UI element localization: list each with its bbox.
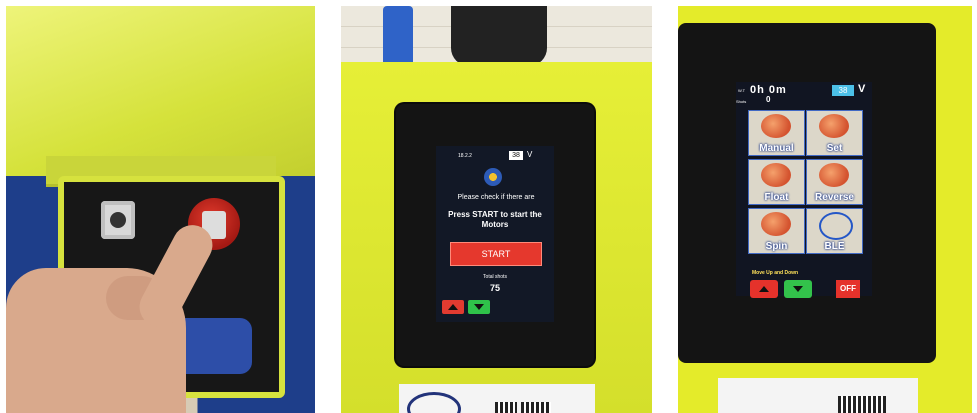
voltage-unit: V bbox=[858, 83, 866, 95]
qr-code-icon bbox=[521, 402, 551, 413]
brand-label bbox=[399, 384, 595, 413]
total-shots-label: Total shots bbox=[483, 274, 507, 280]
tile-label: Set bbox=[826, 143, 843, 154]
qr-code-icon bbox=[838, 396, 886, 413]
qr-code-icon bbox=[495, 402, 517, 413]
voltage-unit: V bbox=[527, 150, 533, 159]
manual-mode-button[interactable]: Manual bbox=[748, 110, 805, 156]
move-up-button[interactable] bbox=[442, 300, 464, 314]
blue-cable bbox=[383, 6, 413, 66]
spin-mode-button[interactable]: Spin bbox=[748, 208, 805, 254]
arrow-down-icon bbox=[474, 304, 484, 310]
off-button[interactable]: OFF bbox=[836, 280, 860, 298]
arrow-up-icon bbox=[448, 304, 458, 310]
shots-value: 0 bbox=[766, 95, 771, 104]
tile-label: Float bbox=[764, 192, 789, 203]
shots-label: Shots bbox=[736, 99, 747, 104]
tile-label: BLE bbox=[824, 241, 845, 252]
brand-logo-icon bbox=[407, 392, 461, 413]
voltage-display: 38 bbox=[509, 151, 523, 160]
float-mode-button[interactable]: Float bbox=[748, 159, 805, 205]
machine-housing bbox=[6, 6, 315, 176]
brand-label bbox=[718, 378, 918, 413]
tile-label: Spin bbox=[765, 241, 788, 252]
arrow-down-icon bbox=[793, 286, 803, 292]
set-mode-button[interactable]: Set bbox=[806, 110, 863, 156]
power-connector-socket[interactable] bbox=[101, 201, 135, 239]
voltage-display: 38 bbox=[832, 85, 854, 96]
start-button[interactable]: START bbox=[450, 242, 542, 266]
basketball-float-icon bbox=[761, 163, 791, 187]
move-up-button[interactable] bbox=[750, 280, 778, 298]
photo-start-screen: 18.2.2 38 V Please check if there are Pr… bbox=[341, 6, 652, 413]
move-down-button[interactable] bbox=[468, 300, 490, 314]
basketball-spin-icon bbox=[761, 212, 791, 236]
logo-icon bbox=[484, 168, 502, 186]
touch-screen: 18.2.2 38 V Please check if there are Pr… bbox=[436, 146, 554, 322]
touch-screen: W.T 0h 0m Shots 0 38 V Manual Set Float … bbox=[736, 82, 872, 298]
version-text: 18.2.2 bbox=[458, 153, 472, 159]
arrow-up-icon bbox=[759, 286, 769, 292]
basketball-hands-icon bbox=[761, 114, 791, 138]
move-down-button[interactable] bbox=[784, 280, 812, 298]
black-mount bbox=[451, 6, 547, 66]
tile-label: Reverse bbox=[815, 192, 854, 203]
ble-mode-button[interactable]: BLE bbox=[806, 208, 863, 254]
move-label: Move Up and Down bbox=[752, 270, 799, 276]
tile-label: Manual bbox=[759, 143, 794, 154]
press-start-instruction: Press START to start the Motors bbox=[448, 210, 542, 229]
work-time-label: W.T bbox=[738, 88, 746, 93]
warning-message: Please check if there are bbox=[457, 194, 535, 201]
photo-mode-menu: W.T 0h 0m Shots 0 38 V Manual Set Float … bbox=[678, 6, 972, 413]
basketball-set-icon bbox=[819, 114, 849, 138]
total-shots-value: 75 bbox=[489, 283, 500, 293]
photo-power-box bbox=[6, 6, 315, 413]
reverse-mode-button[interactable]: Reverse bbox=[806, 159, 863, 205]
basketball-reverse-icon bbox=[819, 163, 849, 187]
bluetooth-icon bbox=[819, 212, 853, 240]
